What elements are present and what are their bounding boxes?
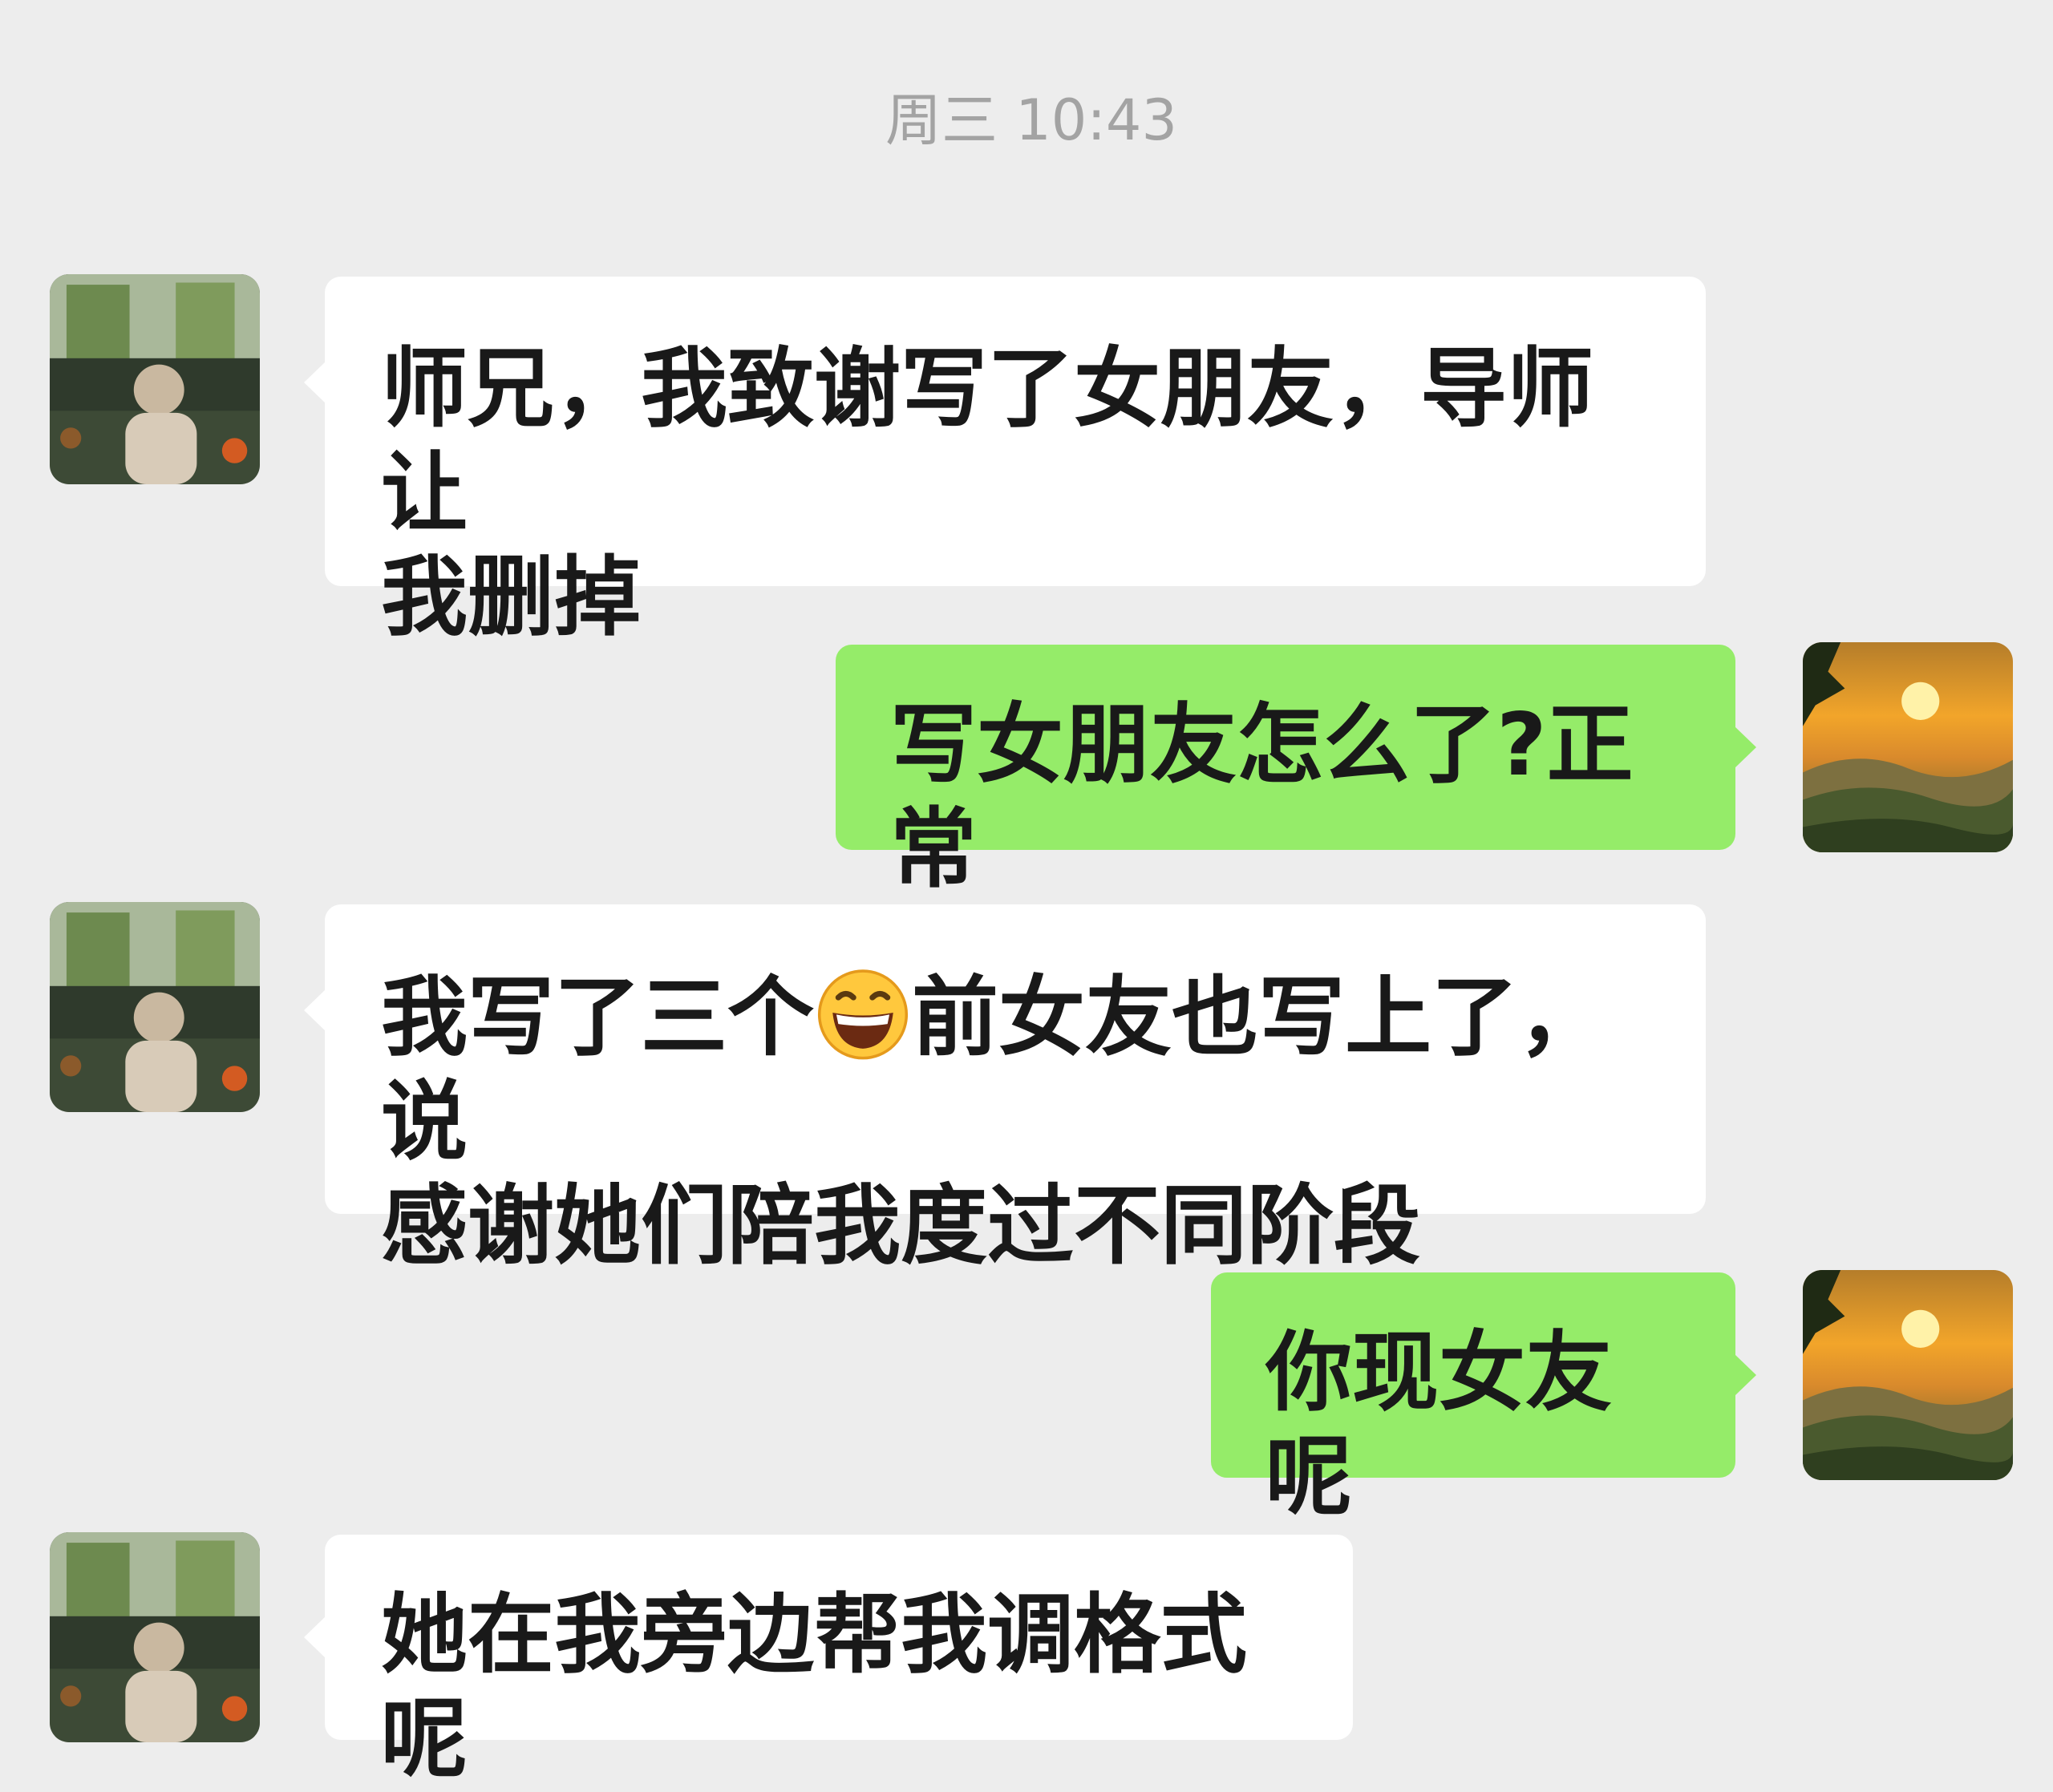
bubble-tail — [1735, 726, 1756, 768]
grinning-face-emoji-icon — [816, 965, 910, 1060]
message-bubble-incoming[interactable]: 她在我旁边帮我调格式呢 — [304, 1535, 1353, 1790]
message-text-before-emoji: 我写了三个 — [381, 968, 815, 1068]
message-text: 你现女友呢 — [1265, 1323, 1613, 1527]
message-bubble-incoming[interactable]: 我写了三个 前女友也写上了，说 感谢她们陪我度过不同阶段 — [304, 904, 1706, 1276]
bubble-tail — [304, 1616, 326, 1658]
message-bubble-incoming[interactable]: 师兄，我致谢写了女朋友，导师让 我删掉 — [304, 277, 1706, 648]
my-avatar[interactable] — [1803, 1270, 2013, 1480]
message-bubble-outgoing[interactable]: 写女朋友怎么了?正常 — [836, 645, 1756, 900]
my-avatar[interactable] — [1803, 642, 2013, 852]
contact-avatar[interactable] — [50, 902, 260, 1112]
message-text: 师兄，我致谢写了女朋友，导师让 我删掉 — [381, 339, 1594, 648]
bubble-tail — [304, 989, 326, 1031]
chat-timestamp: 周三 10:43 — [885, 87, 1177, 153]
message-text: 写女朋友怎么了?正常 — [890, 695, 1634, 900]
message-bubble-outgoing[interactable]: 你现女友呢 — [1211, 1272, 1756, 1527]
contact-avatar[interactable] — [50, 1532, 260, 1742]
bubble-tail — [1735, 1354, 1756, 1396]
bubble-tail — [304, 362, 326, 403]
message-text: 她在我旁边帮我调格式呢 — [381, 1585, 1248, 1790]
contact-avatar[interactable] — [50, 274, 260, 484]
